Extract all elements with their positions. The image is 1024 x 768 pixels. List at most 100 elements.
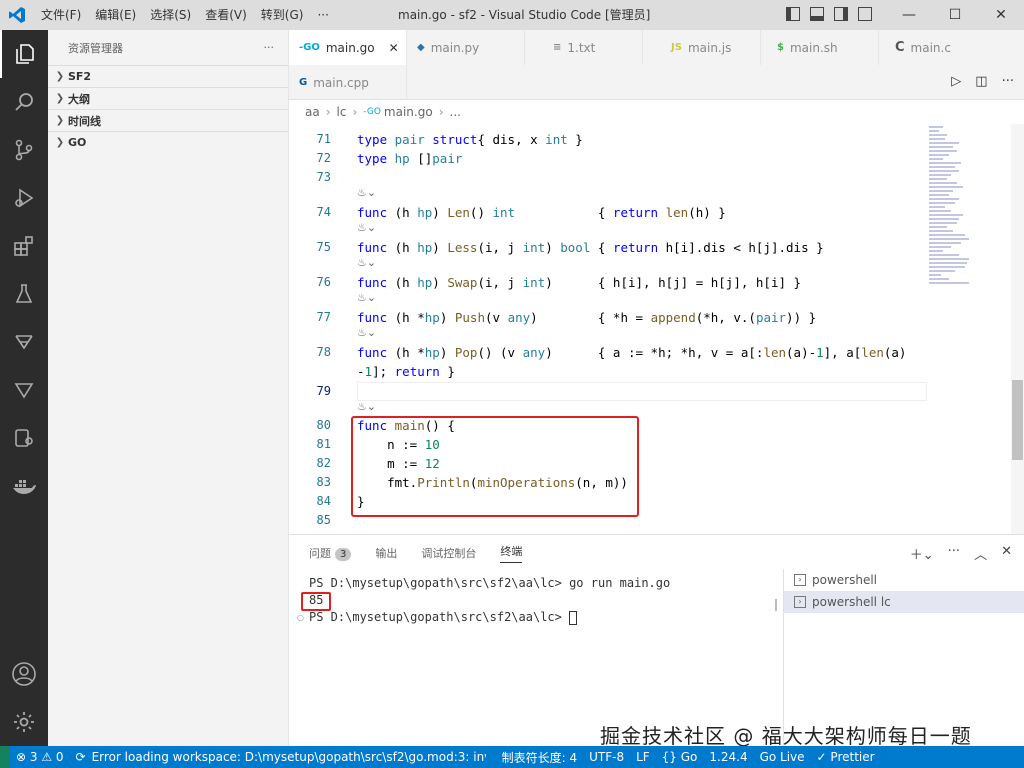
run-debug-icon[interactable] — [0, 174, 48, 222]
editor-scrollbar[interactable] — [1011, 124, 1024, 534]
go-version-status[interactable]: 1.24.4 — [703, 750, 753, 764]
tab-label: main.go — [325, 40, 375, 55]
run-file-icon[interactable]: ▷ — [951, 74, 961, 89]
tab-debug-console[interactable]: 调试控制台 — [421, 545, 476, 561]
line-number: 72 — [316, 151, 331, 165]
explorer-icon[interactable] — [0, 30, 48, 78]
settings-gear-icon[interactable] — [0, 698, 48, 746]
deploy-icon[interactable] — [0, 366, 48, 414]
customize-layout-icon[interactable] — [858, 7, 872, 21]
terminal-item[interactable]: › powershell lc — [784, 591, 1024, 613]
codelens-icon[interactable]: ♨⌄ — [357, 326, 376, 340]
maximize-button[interactable]: ☐ — [932, 0, 978, 30]
go-live-status[interactable]: Go Live — [754, 750, 811, 764]
remote-explorer-icon[interactable] — [0, 414, 48, 462]
section-outline[interactable]: ❯ 大纲 — [48, 87, 288, 109]
testing-icon[interactable] — [0, 270, 48, 318]
docker-icon[interactable] — [0, 462, 48, 510]
problems-count-badge: 3 — [335, 548, 352, 561]
language-status[interactable]: {} Go — [656, 750, 704, 764]
python-file-icon: ◆ — [417, 42, 425, 53]
new-terminal-icon[interactable]: ＋⌄ — [910, 544, 934, 563]
terminal-scrollbar[interactable] — [775, 599, 777, 611]
vscode-logo-icon — [0, 0, 34, 30]
tab-main-go[interactable]: -GO main.go ✕ — [289, 30, 407, 65]
line-number: 71 — [316, 132, 331, 146]
problems-status[interactable]: ⊗ 3 ⚠ 0 — [10, 750, 70, 764]
editor-actions: ▷ ◫ ··· — [951, 74, 1014, 89]
tab-label: 问题 — [309, 547, 331, 560]
encoding-status[interactable]: UTF-8 — [583, 750, 630, 764]
tab-main-sh[interactable]: $ main.sh — [761, 30, 879, 65]
breadcrumb-item[interactable]: ... — [450, 105, 461, 119]
section-go[interactable]: ❯ GO — [48, 131, 288, 153]
codelens-icon[interactable]: ♨⌄ — [357, 256, 376, 270]
toggle-sidebar-icon[interactable] — [786, 7, 800, 21]
watermark: 掘金技术社区 @ 福大大架构师每日一题 — [600, 724, 972, 748]
tab-label: 1.txt — [567, 40, 596, 55]
eol-status[interactable]: LF — [630, 750, 656, 764]
tab-main-cpp[interactable]: G main.cpp — [289, 65, 407, 100]
tab-1-txt[interactable]: ≡ 1.txt — [525, 30, 643, 65]
close-window-button[interactable]: ✕ — [978, 0, 1024, 30]
prettier-status[interactable]: ✓ Prettier — [811, 750, 881, 764]
terminal-output[interactable]: PS D:\mysetup\gopath\src\sf2\aa\lc> go r… — [309, 575, 670, 626]
code-editor[interactable]: 71 type pair struct{ dis, x int } 72 typ… — [289, 124, 1024, 534]
activity-bar — [0, 30, 48, 746]
extensions-icon[interactable] — [0, 222, 48, 270]
cpp-file-icon: G — [299, 77, 308, 88]
title-bar: 文件(F) 编辑(E) 选择(S) 查看(V) 转到(G) ··· main.g… — [0, 0, 1024, 30]
codelens-icon[interactable]: ♨⌄ — [357, 221, 376, 235]
remote-indicator[interactable] — [0, 746, 10, 768]
section-timeline[interactable]: ❯ 时间线 — [48, 109, 288, 131]
split-editor-icon[interactable]: ◫ — [975, 74, 987, 89]
terminal-item-label: powershell lc — [812, 595, 891, 609]
menu-more[interactable]: ··· — [310, 0, 335, 30]
scrollbar-thumb[interactable] — [1012, 380, 1023, 460]
status-message[interactable]: Error loading workspace: D:\mysetup\gopa… — [86, 750, 486, 764]
breadcrumb-item[interactable]: aa — [305, 105, 320, 119]
codegeex-icon[interactable] — [0, 318, 48, 366]
search-icon[interactable] — [0, 78, 48, 126]
breadcrumb-item[interactable]: lc — [337, 105, 347, 119]
tab-main-c[interactable]: C main.c — [879, 30, 1024, 65]
menu-file[interactable]: 文件(F) — [34, 0, 88, 30]
code-line: func (h hp) Less(i, j int) bool { return… — [357, 240, 824, 255]
toggle-panel-icon[interactable] — [810, 7, 824, 21]
source-control-icon[interactable] — [0, 126, 48, 174]
tab-problems[interactable]: 问题 3 — [309, 545, 352, 561]
menu-go[interactable]: 转到(G) — [254, 0, 311, 30]
shell-file-icon: $ — [777, 42, 784, 53]
c-file-icon: C — [895, 40, 905, 55]
menu-selection[interactable]: 选择(S) — [143, 0, 198, 30]
terminal-item-label: powershell — [812, 573, 877, 587]
tab-output[interactable]: 输出 — [375, 545, 397, 561]
section-label: 时间线 — [68, 114, 101, 128]
minimize-button[interactable]: — — [886, 0, 932, 30]
more-actions-icon[interactable]: ··· — [1002, 74, 1014, 89]
close-tab-icon[interactable]: ✕ — [389, 41, 399, 55]
tab-terminal[interactable]: 终端 — [500, 543, 523, 563]
tab-main-py[interactable]: ◆ main.py — [407, 30, 525, 65]
chevron-right-icon: ❯ — [55, 137, 65, 148]
tab-main-js[interactable]: JS main.js — [643, 30, 761, 65]
tab-size-status[interactable]: 制表符长度: 4 — [496, 749, 584, 766]
toggle-secondary-sidebar-icon[interactable] — [834, 7, 848, 21]
maximize-panel-icon[interactable]: ︿ — [974, 544, 987, 563]
tab-label: main.c — [910, 40, 951, 55]
account-icon[interactable] — [0, 650, 48, 698]
sidebar-more-button[interactable]: ··· — [264, 41, 275, 54]
more-actions-icon[interactable]: ··· — [948, 544, 960, 563]
explorer-sidebar: 资源管理器 ··· ❯ SF2 ❯ 大纲 ❯ 时间线 ❯ GO — [48, 30, 289, 746]
codelens-icon[interactable]: ♨⌄ — [357, 186, 376, 200]
close-panel-icon[interactable]: ✕ — [1001, 544, 1012, 563]
breadcrumb-item[interactable]: main.go — [384, 105, 433, 119]
section-sf2[interactable]: ❯ SF2 — [48, 65, 288, 87]
codelens-icon[interactable]: ♨⌄ — [357, 291, 376, 305]
codelens-icon[interactable]: ♨⌄ — [357, 400, 376, 414]
line-number: 76 — [316, 275, 331, 289]
minimap[interactable] — [929, 124, 1009, 324]
menu-view[interactable]: 查看(V) — [198, 0, 254, 30]
terminal-item[interactable]: › powershell — [784, 569, 1024, 591]
menu-edit[interactable]: 编辑(E) — [88, 0, 143, 30]
